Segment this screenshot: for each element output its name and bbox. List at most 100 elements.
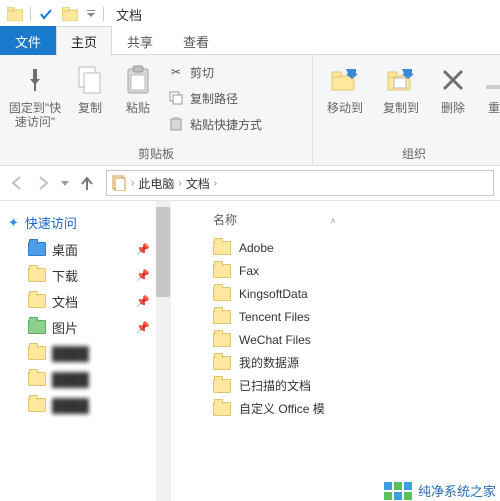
copy-icon bbox=[76, 63, 104, 97]
sort-chevron-icon: ˄ bbox=[330, 216, 335, 226]
qat-dropdown-icon[interactable] bbox=[85, 5, 97, 23]
file-name: Fax bbox=[239, 264, 259, 278]
copy-path-button[interactable]: 复制路径 bbox=[164, 87, 266, 109]
pin-icon bbox=[22, 63, 48, 97]
watermark: 纯净系统之家 bbox=[384, 481, 496, 500]
file-list: Adobe Fax KingsoftData Tencent Files WeC… bbox=[189, 236, 494, 420]
nav-item-label: ████ bbox=[52, 398, 89, 413]
file-row[interactable]: KingsoftData bbox=[189, 282, 494, 305]
nav-item-blurred[interactable]: ████ bbox=[6, 340, 170, 366]
crumb-pc[interactable]: 此电脑› bbox=[138, 175, 181, 192]
ribbon: 固定到"快 速访问" 复制 粘贴 ✂ 剪切 bbox=[0, 55, 500, 166]
pin-label: 固定到"快 速访问" bbox=[9, 101, 61, 129]
nav-item-blurred[interactable]: ████ bbox=[6, 392, 170, 418]
delete-icon bbox=[440, 63, 466, 97]
file-row[interactable]: WeChat Files bbox=[189, 328, 494, 351]
folder-icon bbox=[213, 379, 231, 393]
qat-divider bbox=[30, 7, 31, 21]
qat-properties-icon[interactable] bbox=[37, 5, 55, 23]
window-titlebar: 文档 bbox=[0, 0, 500, 28]
tab-share[interactable]: 共享 bbox=[112, 26, 168, 55]
clipboard-group-label: 剪贴板 bbox=[6, 144, 306, 163]
tab-file[interactable]: 文件 bbox=[0, 26, 56, 55]
nav-item-label: ████ bbox=[52, 372, 89, 387]
file-name: KingsoftData bbox=[239, 287, 308, 301]
tab-view[interactable]: 查看 bbox=[168, 26, 224, 55]
folder-icon bbox=[28, 346, 46, 360]
ribbon-group-organize: 移动到 复制到 删除 重 组织 bbox=[313, 55, 500, 165]
folder-icon bbox=[28, 268, 46, 282]
move-to-label: 移动到 bbox=[327, 101, 363, 115]
documents-icon bbox=[111, 175, 127, 191]
nav-scrollbar[interactable] bbox=[156, 201, 170, 501]
crumb-root[interactable]: › bbox=[131, 178, 134, 189]
file-name: 已扫描的文档 bbox=[239, 377, 311, 394]
delete-button[interactable]: 删除 bbox=[431, 59, 475, 115]
nav-item-label: 桌面 bbox=[52, 240, 78, 259]
nav-item-documents[interactable]: 文档 📌 bbox=[6, 288, 170, 314]
rename-icon bbox=[484, 63, 500, 97]
nav-item-pictures[interactable]: 图片 📌 bbox=[6, 314, 170, 340]
file-row[interactable]: Adobe bbox=[189, 236, 494, 259]
copy-to-button[interactable]: 复制到 bbox=[375, 59, 427, 115]
rename-button[interactable]: 重 bbox=[479, 59, 500, 115]
nav-forward-button[interactable] bbox=[32, 172, 54, 194]
pin-to-quick-access-button[interactable]: 固定到"快 速访问" bbox=[6, 59, 64, 129]
paste-label: 粘贴 bbox=[126, 101, 150, 115]
copy-button[interactable]: 复制 bbox=[68, 59, 112, 115]
ribbon-group-clipboard: 固定到"快 速访问" 复制 粘贴 ✂ 剪切 bbox=[0, 55, 313, 165]
quick-access-label: 快速访问 bbox=[25, 213, 77, 232]
cut-label: 剪切 bbox=[190, 64, 214, 81]
cut-button[interactable]: ✂ 剪切 bbox=[164, 61, 266, 83]
folder-icon bbox=[213, 333, 231, 347]
copy-path-label: 复制路径 bbox=[190, 90, 238, 107]
address-bar[interactable]: › 此电脑› 文档› bbox=[106, 170, 494, 196]
folder-icon bbox=[213, 264, 231, 278]
copy-path-icon bbox=[168, 91, 184, 105]
file-name: WeChat Files bbox=[239, 333, 311, 347]
nav-up-button[interactable] bbox=[76, 172, 98, 194]
pin-indicator-icon: 📌 bbox=[136, 269, 150, 282]
paste-button[interactable]: 粘贴 bbox=[116, 59, 160, 115]
file-name: 我的数据源 bbox=[239, 354, 299, 371]
file-name: 自定义 Office 模 bbox=[239, 400, 325, 417]
nav-scrollbar-thumb[interactable] bbox=[156, 207, 170, 297]
nav-back-button[interactable] bbox=[6, 172, 28, 194]
ribbon-tabs: 文件 主页 共享 查看 bbox=[0, 28, 500, 55]
file-row[interactable]: 我的数据源 bbox=[189, 351, 494, 374]
qat-folder-icon[interactable] bbox=[61, 5, 79, 23]
quick-access-header[interactable]: ✦ 快速访问 bbox=[6, 209, 170, 236]
organize-group-label: 组织 bbox=[319, 144, 500, 163]
nav-item-label: ████ bbox=[52, 346, 89, 361]
file-row[interactable]: 自定义 Office 模 bbox=[189, 397, 494, 420]
folder-icon bbox=[28, 320, 46, 334]
navigation-toolbar: › 此电脑› 文档› bbox=[0, 166, 500, 201]
copy-to-label: 复制到 bbox=[383, 101, 419, 115]
paste-shortcut-icon bbox=[168, 117, 184, 131]
nav-recent-dropdown[interactable] bbox=[58, 172, 72, 194]
file-row[interactable]: Tencent Files bbox=[189, 305, 494, 328]
nav-item-desktop[interactable]: 桌面 📌 bbox=[6, 236, 170, 262]
nav-item-downloads[interactable]: 下载 📌 bbox=[6, 262, 170, 288]
folder-icon bbox=[6, 5, 24, 23]
scissors-icon: ✂ bbox=[168, 65, 184, 79]
nav-item-blurred[interactable]: ████ bbox=[6, 366, 170, 392]
crumb-documents[interactable]: 文档› bbox=[186, 175, 217, 192]
folder-icon bbox=[213, 287, 231, 301]
folder-icon bbox=[28, 294, 46, 308]
paste-shortcut-button[interactable]: 粘贴快捷方式 bbox=[164, 113, 266, 135]
pin-indicator-icon: 📌 bbox=[136, 295, 150, 308]
column-name[interactable]: 名称 ˄ bbox=[213, 211, 494, 228]
file-row[interactable]: Fax bbox=[189, 259, 494, 282]
nav-item-label: 下载 bbox=[52, 266, 78, 285]
rename-label: 重 bbox=[488, 101, 500, 115]
move-to-button[interactable]: 移动到 bbox=[319, 59, 371, 115]
file-row[interactable]: 已扫描的文档 bbox=[189, 374, 494, 397]
copy-to-icon bbox=[386, 63, 416, 97]
paste-icon bbox=[125, 63, 151, 97]
file-name: Tencent Files bbox=[239, 310, 310, 324]
watermark-logo-icon bbox=[384, 482, 412, 500]
folder-icon bbox=[213, 356, 231, 370]
column-headers: 名称 ˄ bbox=[189, 209, 494, 230]
tab-home[interactable]: 主页 bbox=[56, 26, 112, 55]
